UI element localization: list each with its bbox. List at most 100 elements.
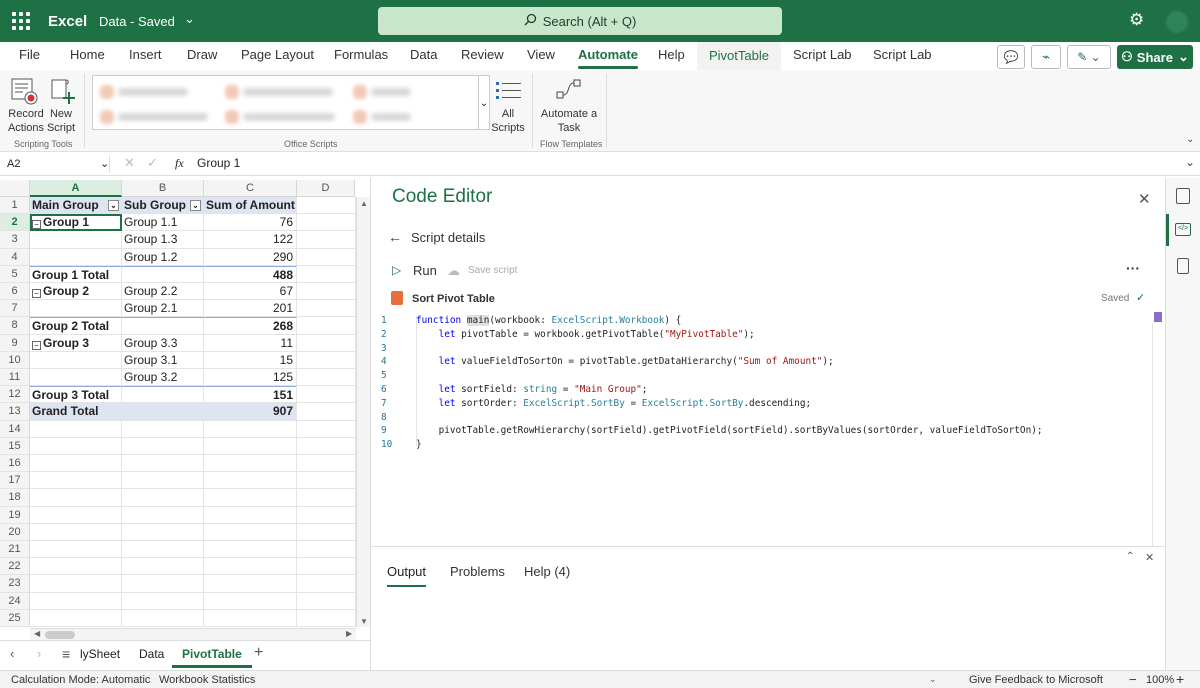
cell[interactable] xyxy=(122,506,204,524)
row-header[interactable]: 12 xyxy=(0,386,30,404)
row-header[interactable]: 21 xyxy=(0,541,30,559)
cell[interactable] xyxy=(297,334,356,352)
cell[interactable]: Group 2 Total xyxy=(30,317,122,335)
all-sheets-menu-icon[interactable]: ≡ xyxy=(62,646,70,662)
column-header-d[interactable]: D xyxy=(297,180,355,197)
cell[interactable] xyxy=(297,231,356,249)
tab-formulas[interactable]: Formulas xyxy=(334,47,388,62)
give-feedback-link[interactable]: Give Feedback to Microsoft xyxy=(969,674,1103,686)
cell[interactable] xyxy=(297,300,356,318)
cell[interactable] xyxy=(297,575,356,593)
row-header[interactable]: 16 xyxy=(0,455,30,473)
code-editor-icon[interactable]: </> xyxy=(1175,223,1191,236)
cell[interactable] xyxy=(297,523,356,541)
tab-draw[interactable]: Draw xyxy=(187,47,217,62)
cell[interactable] xyxy=(30,437,122,455)
tab-insert[interactable]: Insert xyxy=(129,47,162,62)
close-panel-icon[interactable]: ✕ xyxy=(1145,551,1154,564)
cell[interactable] xyxy=(122,437,204,455)
row-header[interactable]: 13 xyxy=(0,403,30,421)
new-script-button[interactable]: New Script xyxy=(44,107,78,135)
code-scrollbar[interactable] xyxy=(1152,324,1153,546)
cell[interactable] xyxy=(122,558,204,576)
cell[interactable] xyxy=(30,506,122,524)
row-header[interactable]: 6 xyxy=(0,283,30,301)
row-header[interactable]: 22 xyxy=(0,558,30,576)
row-header[interactable]: 25 xyxy=(0,609,30,627)
cell[interactable] xyxy=(204,472,297,490)
cell[interactable]: 201 xyxy=(204,300,297,318)
cell[interactable] xyxy=(297,248,356,266)
tab-help[interactable]: Help (4) xyxy=(524,564,570,579)
tab-page-layout[interactable]: Page Layout xyxy=(241,47,314,62)
cell[interactable]: 11 xyxy=(204,334,297,352)
row-header[interactable]: 4 xyxy=(0,248,30,266)
script-details-link[interactable]: Script details xyxy=(411,230,485,245)
cell[interactable] xyxy=(30,455,122,473)
more-options-icon[interactable]: ··· xyxy=(1126,260,1140,276)
cell[interactable] xyxy=(30,369,122,387)
cell[interactable]: − Group 3 xyxy=(30,334,122,352)
row-header[interactable]: 11 xyxy=(0,369,30,387)
row-header[interactable]: 19 xyxy=(0,506,30,524)
tab-home[interactable]: Home xyxy=(70,47,105,62)
cell[interactable] xyxy=(122,455,204,473)
cell[interactable]: 488 xyxy=(204,265,297,283)
save-script-button[interactable]: Save script xyxy=(468,265,517,276)
row-header[interactable]: 7 xyxy=(0,300,30,318)
cancel-icon[interactable]: ✕ xyxy=(124,155,135,171)
row-header[interactable]: 5 xyxy=(0,265,30,283)
cell[interactable]: 76 xyxy=(204,214,297,232)
cell[interactable] xyxy=(297,541,356,559)
row-header[interactable]: 23 xyxy=(0,575,30,593)
tab-output[interactable]: Output xyxy=(387,564,427,587)
cell[interactable] xyxy=(204,575,297,593)
cell[interactable] xyxy=(122,265,204,283)
cell[interactable] xyxy=(122,489,204,507)
cell[interactable] xyxy=(297,420,356,438)
filter-dropdown-icon[interactable]: ⌄ xyxy=(190,200,201,211)
vertical-scrollbar[interactable]: ▲ ▼ xyxy=(356,197,370,627)
cell[interactable] xyxy=(297,386,356,404)
tab-file[interactable]: File xyxy=(19,47,40,62)
cell[interactable]: 907 xyxy=(204,403,297,421)
cell[interactable]: Group 3.1 xyxy=(122,351,204,369)
worksheet-grid[interactable]: A B C D 1 2 3 4 5 6 7 8 9 10 11 12 13 14 15 16 17 18 19 20 2… xyxy=(0,180,370,640)
cell[interactable] xyxy=(297,403,356,421)
chevron-down-icon[interactable]: ⌄ xyxy=(929,674,937,685)
cell[interactable] xyxy=(30,575,122,593)
expand-formula-bar-icon[interactable]: ⌄ xyxy=(1185,155,1195,169)
scroll-right-icon[interactable]: ▶ xyxy=(346,629,352,638)
zoom-in-icon[interactable]: + xyxy=(1176,671,1184,687)
cell[interactable]: − Group 1 xyxy=(30,214,122,232)
cell[interactable] xyxy=(30,489,122,507)
cell[interactable] xyxy=(204,455,297,473)
record-actions-button[interactable]: Record Actions xyxy=(6,107,46,135)
select-all-corner[interactable] xyxy=(0,180,30,197)
cell[interactable] xyxy=(30,609,122,627)
cell[interactable] xyxy=(122,541,204,559)
sheet-tab-data[interactable]: Data xyxy=(139,647,164,661)
tab-script-lab-2[interactable]: Script Lab xyxy=(873,47,932,62)
tab-problems[interactable]: Problems xyxy=(450,564,505,579)
cell[interactable] xyxy=(204,420,297,438)
cell[interactable]: Group 2.1 xyxy=(122,300,204,318)
sheet-tab-mysheet[interactable]: lySheet xyxy=(80,647,120,661)
cell[interactable]: Group 1.1 xyxy=(122,214,204,232)
cell[interactable] xyxy=(297,351,356,369)
cell[interactable] xyxy=(204,437,297,455)
editing-mode-icon[interactable]: ✎ ⌄ xyxy=(1067,45,1111,69)
cell[interactable] xyxy=(204,609,297,627)
cell[interactable] xyxy=(30,472,122,490)
row-header[interactable]: 8 xyxy=(0,317,30,335)
cell[interactable] xyxy=(30,541,122,559)
scroll-left-icon[interactable]: ◀ xyxy=(34,629,40,638)
tab-pivottable[interactable]: PivotTable xyxy=(697,42,781,70)
row-header[interactable]: 10 xyxy=(0,351,30,369)
collapse-icon[interactable]: − xyxy=(32,289,41,298)
cell[interactable] xyxy=(204,541,297,559)
cell[interactable] xyxy=(297,283,356,301)
scroll-down-icon[interactable]: ▼ xyxy=(360,617,368,626)
cell[interactable] xyxy=(297,472,356,490)
sheet-tab-pivottable[interactable]: PivotTable xyxy=(172,641,252,668)
